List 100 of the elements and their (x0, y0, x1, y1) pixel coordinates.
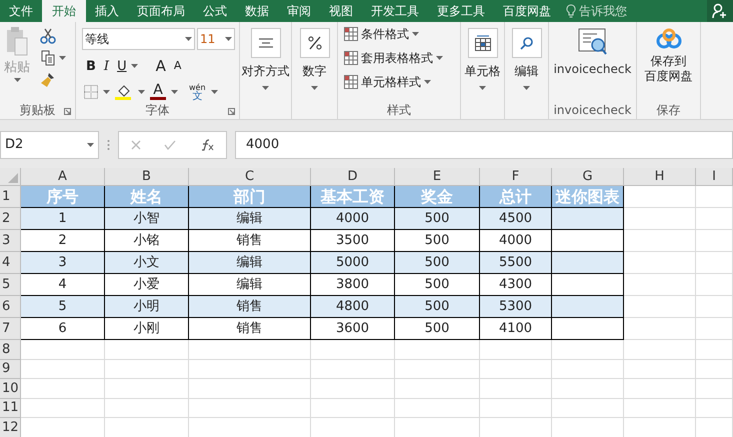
grid-cell[interactable] (696, 379, 733, 398)
underline-button[interactable]: U (117, 56, 127, 76)
caret-icon[interactable] (138, 90, 145, 94)
caret-icon[interactable] (262, 86, 269, 90)
styles-menu-item[interactable]: 套用表格格式 (344, 49, 443, 67)
caret-icon[interactable] (103, 90, 110, 94)
grid-cell[interactable] (21, 379, 105, 398)
column-header[interactable]: I (696, 168, 733, 185)
grid-cell[interactable] (696, 252, 733, 274)
function-icon[interactable] (200, 139, 214, 151)
grid-cell[interactable] (395, 398, 480, 418)
caret-icon[interactable] (225, 37, 232, 41)
increase-font-size-button[interactable]: A (156, 55, 166, 78)
grid-cell[interactable] (552, 360, 624, 379)
row-header[interactable]: 9 (0, 360, 21, 379)
column-header[interactable]: A (21, 168, 105, 185)
caret-icon[interactable] (424, 80, 431, 84)
editing-button[interactable]: 编辑 (505, 22, 548, 101)
grid-cell[interactable] (696, 208, 733, 230)
column-header[interactable]: F (480, 168, 552, 185)
grid-cell[interactable] (624, 208, 696, 230)
grid-cell[interactable] (480, 340, 552, 360)
fill-color-icon[interactable] (115, 84, 133, 100)
grid-cell[interactable] (189, 340, 311, 360)
grid-cell[interactable] (395, 360, 480, 379)
grid-cell[interactable] (105, 398, 189, 418)
grid-cell[interactable] (21, 340, 105, 360)
ribbon-tab[interactable]: 更多工具 (428, 0, 494, 22)
phonetic-guide-button[interactable]: wén 文 (189, 82, 206, 100)
caret-icon[interactable] (171, 90, 178, 94)
grid-cell[interactable] (624, 230, 696, 252)
font-size-field[interactable]: 11 (197, 28, 235, 50)
cells-button[interactable]: 单元格 (461, 22, 504, 101)
grid-cell[interactable] (189, 360, 311, 379)
grid-cell[interactable] (696, 230, 733, 252)
grid-cell[interactable] (624, 274, 696, 296)
grid-cell[interactable] (552, 379, 624, 398)
row-header[interactable]: 11 (0, 398, 21, 418)
caret-icon[interactable] (523, 86, 530, 90)
grid-cell[interactable] (105, 360, 189, 379)
caret-icon[interactable] (311, 86, 318, 90)
invoicecheck-button[interactable]: invoicecheck (549, 22, 636, 101)
row-header[interactable]: 6 (0, 296, 21, 318)
ribbon-tab[interactable]: 文件 (0, 0, 42, 22)
grid-cell[interactable] (105, 340, 189, 360)
caret-icon[interactable] (210, 90, 218, 94)
check-icon[interactable] (164, 140, 176, 150)
column-header[interactable]: G (552, 168, 624, 185)
save-to-cloud-button[interactable]: 保存到 百度网盘 (637, 22, 700, 101)
italic-button[interactable]: I (104, 56, 110, 76)
grid-cell[interactable] (624, 296, 696, 318)
row-header[interactable]: 10 (0, 379, 21, 398)
grid-cell[interactable] (311, 360, 395, 379)
add-person-icon[interactable] (712, 3, 728, 19)
grid-cell[interactable] (696, 186, 733, 208)
grid-cell[interactable] (21, 360, 105, 379)
caret-icon[interactable] (130, 64, 138, 68)
ribbon-tab[interactable]: 页面布局 (128, 0, 194, 22)
font-name-field[interactable]: 等线 (82, 28, 195, 50)
row-header[interactable]: 3 (0, 230, 21, 252)
ribbon-tab[interactable]: 公式 (194, 0, 236, 22)
borders-icon[interactable] (84, 84, 98, 98)
number-format-button[interactable]: 数字 (292, 22, 337, 101)
dialog-launcher-icon[interactable] (228, 108, 235, 115)
caret-icon[interactable] (479, 86, 486, 90)
caret-icon[interactable] (87, 143, 94, 147)
copy-icon[interactable] (40, 50, 56, 66)
styles-menu-item[interactable]: 单元格样式 (344, 73, 443, 91)
grid-cell[interactable] (311, 340, 395, 360)
grid-cell[interactable] (189, 379, 311, 398)
grid-cell[interactable] (624, 186, 696, 208)
grid-cell[interactable] (624, 398, 696, 418)
row-header[interactable]: 7 (0, 318, 21, 340)
alignment-button[interactable]: 对齐方式 (240, 22, 291, 101)
grid-cell[interactable] (395, 340, 480, 360)
column-header[interactable]: B (105, 168, 189, 185)
paintbrush-icon[interactable] (40, 72, 56, 88)
grid-cell[interactable] (696, 360, 733, 379)
grid-cell[interactable] (624, 379, 696, 398)
grid-cell[interactable] (552, 340, 624, 360)
row-header[interactable]: 2 (0, 208, 21, 230)
column-header[interactable]: E (395, 168, 480, 185)
grid-cell[interactable] (21, 398, 105, 418)
grid-cell[interactable] (624, 360, 696, 379)
row-header[interactable]: 12 (0, 418, 21, 437)
grid-cell[interactable] (480, 379, 552, 398)
column-header[interactable]: D (311, 168, 395, 185)
decrease-font-size-button[interactable]: A (174, 58, 182, 74)
caret-icon[interactable] (436, 56, 443, 60)
grid-cell[interactable] (696, 296, 733, 318)
grid-cell[interactable] (480, 398, 552, 418)
caret-icon[interactable] (185, 37, 192, 41)
column-header[interactable]: H (624, 168, 696, 185)
row-header[interactable]: 8 (0, 340, 21, 360)
name-box[interactable]: D2 (0, 131, 99, 159)
font-color-button[interactable]: A (150, 84, 166, 100)
cancel-icon[interactable] (130, 140, 141, 150)
grid-cell[interactable] (624, 318, 696, 340)
caret-icon[interactable] (14, 78, 20, 82)
grid-cell[interactable] (311, 379, 395, 398)
